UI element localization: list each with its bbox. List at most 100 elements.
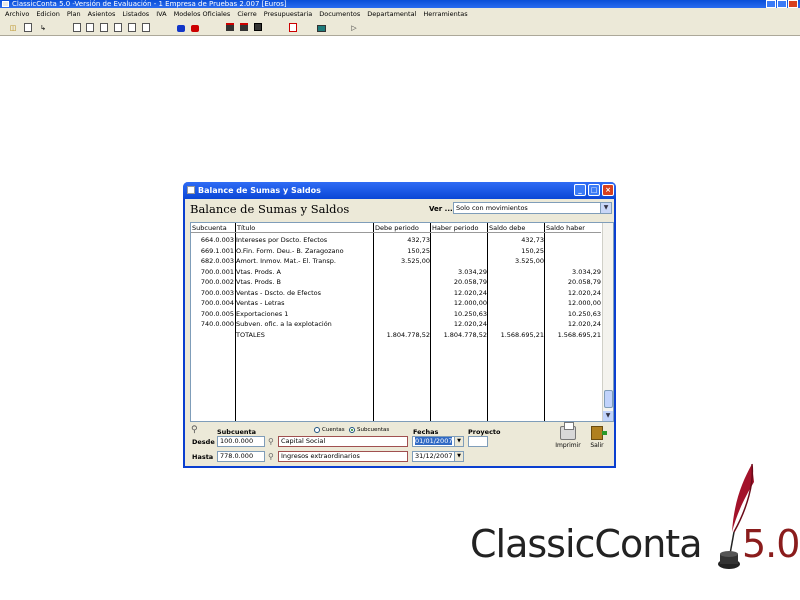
doc-icon[interactable]: [86, 23, 94, 32]
desde-code-value: 100.0.000: [220, 437, 254, 445]
header-saldo-haber[interactable]: Saldo haber: [546, 224, 585, 232]
hasta-date-input[interactable]: 31/12/2007 ▼: [412, 451, 464, 462]
grid-header: Subcuenta Título Debe periodo Haber peri…: [191, 223, 601, 233]
menu-departamental[interactable]: Departamental: [364, 10, 420, 18]
doc-m-icon[interactable]: [128, 23, 136, 32]
ver-select[interactable]: Solo con movimientos ▼: [453, 202, 612, 214]
exit-button-label: Salir: [590, 442, 604, 449]
chevron-down-icon[interactable]: ▼: [600, 203, 611, 213]
desde-name-value: Capital Social: [281, 437, 326, 445]
minimize-button[interactable]: [766, 0, 776, 8]
table-row[interactable]: 740.0.000 Subven. ofic. a la explotación…: [191, 319, 601, 330]
cell-debe: 3.525,00: [401, 257, 430, 265]
cell-subcuenta: 664.0.003: [200, 236, 234, 244]
search-icon[interactable]: ⚲: [268, 437, 274, 446]
cell-subcuenta: 682.0.003: [200, 257, 234, 265]
scrollbar-thumb[interactable]: [604, 390, 613, 408]
desde-date-input[interactable]: 01/01/2007 ▼: [412, 436, 464, 447]
document-icon[interactable]: [24, 23, 32, 32]
desde-date-value: 01/01/2007: [415, 437, 453, 445]
menu-plan[interactable]: Plan: [64, 10, 85, 18]
exit-icon[interactable]: ▷: [349, 23, 359, 33]
table-row[interactable]: 700.0.001 Vtas. Prods. A 3.034,29 3.034,…: [191, 267, 601, 278]
dialog-heading: Balance de Sumas y Saldos: [190, 202, 350, 216]
ver-select-value: Solo con movimientos: [456, 204, 528, 212]
doc-b-icon[interactable]: [73, 23, 81, 32]
search-icon[interactable]: ⚲: [268, 452, 274, 461]
table-row[interactable]: 700.0.003 Ventas - Dscto. de Efectos 12.…: [191, 288, 601, 299]
menu-herramientas[interactable]: Herramientas: [420, 10, 471, 18]
chevron-down-icon[interactable]: ▼: [454, 452, 463, 461]
cell-titulo: Amort. Inmov. Mat.- El. Transp.: [236, 257, 336, 265]
brand-version: 5.0: [742, 522, 800, 566]
menu-presupuestaria[interactable]: Presupuestaria: [261, 10, 316, 18]
chevron-down-icon[interactable]: ▼: [454, 437, 463, 446]
hasta-label: Hasta: [192, 453, 214, 461]
header-saldo-debe[interactable]: Saldo debe: [489, 224, 525, 232]
open-folder-icon[interactable]: ◫: [8, 23, 18, 33]
maximize-button[interactable]: [777, 0, 787, 8]
table-row[interactable]: 682.0.003 Amort. Inmov. Mat.- El. Transp…: [191, 256, 601, 267]
radio-cuentas-circle[interactable]: [314, 427, 320, 433]
save-red2-icon[interactable]: [240, 23, 248, 31]
desde-code-input[interactable]: 100.0.000: [217, 436, 265, 447]
menu-edicion[interactable]: Edicion: [33, 10, 64, 18]
radio-subcuentas-circle[interactable]: [349, 427, 355, 433]
doc-lines-icon[interactable]: [100, 23, 108, 32]
proyecto-input[interactable]: [468, 436, 488, 447]
save-red-icon[interactable]: [226, 23, 234, 31]
menu-archivo[interactable]: Archivo: [2, 10, 33, 18]
radio-subcuentas[interactable]: Subcuentas: [349, 427, 389, 433]
dialog-maximize-button[interactable]: □: [588, 184, 600, 196]
header-debe[interactable]: Debe periodo: [375, 224, 419, 232]
close-button[interactable]: [788, 0, 798, 8]
table-row[interactable]: 700.0.002 Vtas. Prods. B 20.058,79 20.05…: [191, 277, 601, 288]
doc-e-icon[interactable]: [142, 23, 150, 32]
hasta-name-input[interactable]: Ingresos extraordinarios: [278, 451, 408, 462]
app-title: ClassicConta 5.0 -Versión de Evaluación …: [12, 0, 287, 8]
totals-row[interactable]: TOTALES 1.804.778,52 1.804.778,52 1.568.…: [191, 330, 601, 341]
cell-titulo: Exportaciones 1: [236, 309, 289, 318]
balance-grid[interactable]: Subcuenta Título Debe periodo Haber peri…: [190, 222, 614, 422]
dialog-minimize-button[interactable]: _: [574, 184, 586, 196]
cell-saldo-haber: 12.020,24: [567, 320, 601, 328]
menu-modelos-oficiales[interactable]: Modelos Oficiales: [171, 10, 235, 18]
cell-haber: 3.034,29: [458, 267, 487, 276]
menu-listados[interactable]: Listados: [119, 10, 153, 18]
scroll-down-icon[interactable]: ▼: [603, 411, 613, 421]
table-row[interactable]: 700.0.005 Exportaciones 1 10.250,63 10.2…: [191, 309, 601, 320]
table-row[interactable]: 664.0.003 Intereses por Dscto. Efectos 4…: [191, 235, 601, 246]
desde-name-input[interactable]: Capital Social: [278, 436, 408, 447]
screen-icon[interactable]: [317, 25, 326, 32]
save-icon[interactable]: [254, 23, 262, 31]
pdf-icon[interactable]: [289, 23, 297, 32]
cell-saldo-haber: 20.058,79: [567, 278, 601, 286]
header-haber[interactable]: Haber periodo: [432, 224, 478, 232]
doc-k-icon[interactable]: [114, 23, 122, 32]
table-row[interactable]: 669.1.001 O.Fin. Form. Deu.- B. Zaragoza…: [191, 246, 601, 257]
red-car-icon[interactable]: [191, 25, 199, 32]
radio-subcuentas-label: Subcuentas: [357, 427, 390, 433]
cell-titulo: TOTALES: [236, 330, 265, 339]
cell-subcuenta: 740.0.000: [200, 320, 234, 328]
hasta-date-value: 31/12/2007: [415, 452, 453, 460]
header-titulo[interactable]: Título: [237, 224, 255, 232]
cell-haber: 12.020,24: [453, 288, 487, 297]
menu-iva[interactable]: IVA: [153, 10, 170, 18]
exit-button[interactable]: Salir: [586, 426, 608, 456]
menu-documentos[interactable]: Documentos: [316, 10, 364, 18]
radio-cuentas[interactable]: Cuentas: [314, 427, 345, 433]
hasta-code-input[interactable]: 778.0.000: [217, 451, 265, 462]
cell-haber: 12.000,00: [453, 299, 487, 307]
menu-cierre[interactable]: Cierre: [234, 10, 260, 18]
brand-logo: ClassicConta 5.0: [470, 525, 800, 563]
menu-asientos[interactable]: Asientos: [85, 10, 120, 18]
blue-car-icon[interactable]: [177, 25, 185, 32]
header-subcuenta[interactable]: Subcuenta: [192, 224, 227, 232]
print-button[interactable]: Imprimir: [555, 422, 581, 456]
cell-titulo: Intereses por Dscto. Efectos: [236, 236, 328, 244]
tree-icon[interactable]: ↳: [38, 23, 48, 33]
dialog-close-button[interactable]: ×: [602, 184, 614, 196]
vertical-scrollbar[interactable]: ▼: [602, 223, 613, 421]
table-row[interactable]: 700.0.004 Ventas - Letras 12.000,00 12.0…: [191, 298, 601, 309]
